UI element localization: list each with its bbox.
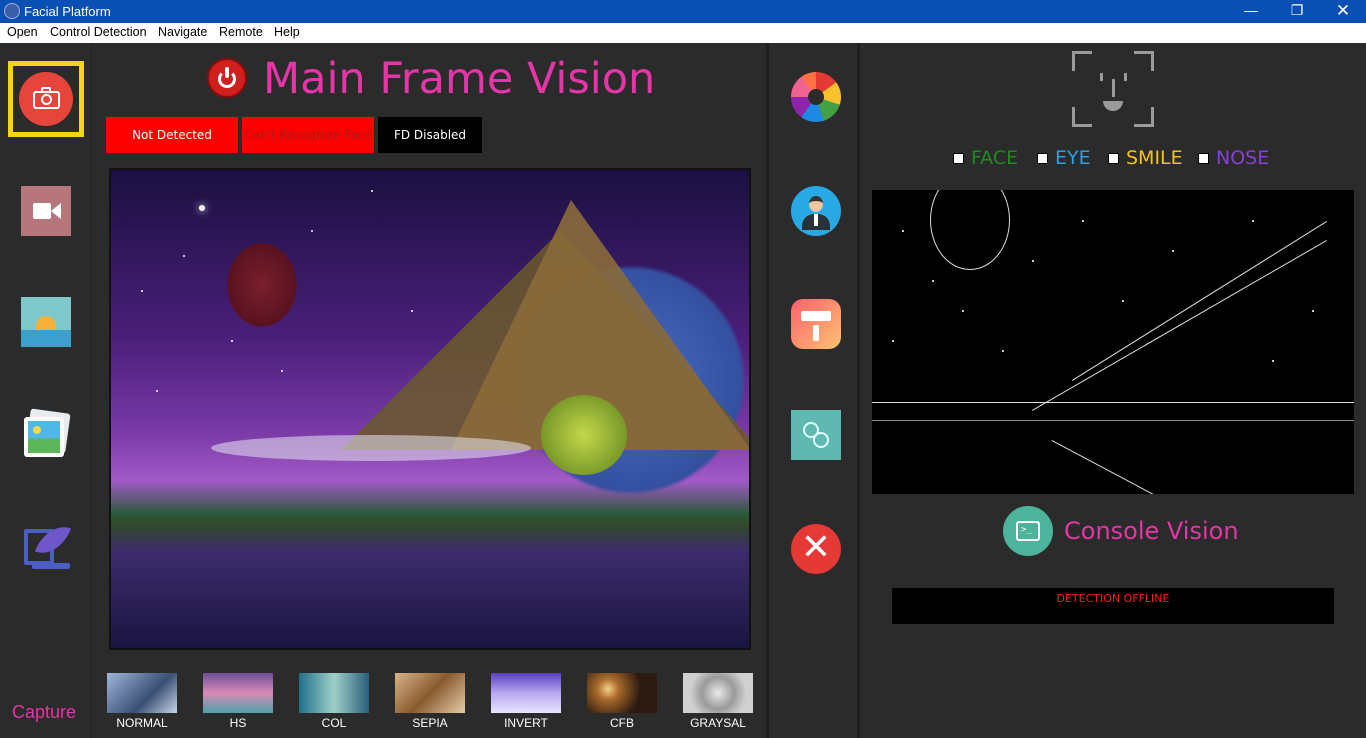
smile-checkbox[interactable]: SMILE xyxy=(1108,147,1183,169)
checkbox-box[interactable] xyxy=(1108,152,1119,164)
menu-remote[interactable]: Remote xyxy=(219,25,263,39)
recognition-status: Can't Recognize Face xyxy=(242,117,374,153)
page-title: Main Frame Vision xyxy=(263,54,656,104)
power-button[interactable] xyxy=(207,58,247,98)
menu-navigate[interactable]: Navigate xyxy=(158,25,207,39)
menu-open[interactable]: Open xyxy=(7,25,38,39)
main-frame-panel: Main Frame Vision Not Detected Can't Rec… xyxy=(93,43,766,738)
quill-icon[interactable] xyxy=(22,519,72,571)
left-toolbar: Capture xyxy=(0,43,92,738)
console-output: DETECTION OFFLINE xyxy=(892,588,1334,624)
gallery-icon[interactable] xyxy=(22,408,71,459)
maximize-button[interactable]: ❐ xyxy=(1274,0,1320,23)
filter-thumb xyxy=(203,673,273,713)
eye-checkbox[interactable]: EYE xyxy=(1037,147,1091,169)
video-icon[interactable] xyxy=(21,186,71,236)
detection-panel: FACE EYE SMILE NOSE >_ Console Vision DE… xyxy=(860,43,1366,738)
camera-icon xyxy=(19,72,73,126)
filter-invert[interactable]: INVERT xyxy=(491,673,561,730)
sunset-icon[interactable] xyxy=(21,297,71,347)
edge-detection-frame xyxy=(872,190,1354,494)
main-video-frame xyxy=(109,168,751,650)
filter-thumb xyxy=(587,673,657,713)
capture-tool-button[interactable] xyxy=(8,61,84,137)
checkbox-box[interactable] xyxy=(1037,152,1048,164)
filter-thumb xyxy=(395,673,465,713)
console-icon: >_ xyxy=(1003,506,1053,556)
filter-hs[interactable]: HS xyxy=(203,673,273,730)
face-scan-icon xyxy=(1072,51,1154,127)
filter-thumb xyxy=(107,673,177,713)
minimize-button[interactable]: — xyxy=(1228,0,1274,23)
face-filter-icon[interactable] xyxy=(791,410,841,460)
filter-graysal[interactable]: GRAYSAL xyxy=(683,673,753,730)
filter-thumb xyxy=(299,673,369,713)
nose-checkbox[interactable]: NOSE xyxy=(1198,147,1269,169)
filter-thumb xyxy=(491,673,561,713)
close-icon[interactable]: ✕ xyxy=(791,524,841,574)
menu-bar: Open Control Detection Navigate Remote H… xyxy=(0,23,1366,43)
mid-toolbar: ✕ xyxy=(766,43,860,738)
close-window-button[interactable]: ✕ xyxy=(1320,0,1366,23)
color-wheel-icon[interactable] xyxy=(791,72,841,122)
capture-label: Capture xyxy=(12,702,77,722)
user-icon[interactable] xyxy=(791,186,841,236)
filter-thumb xyxy=(683,673,753,713)
checkbox-box[interactable] xyxy=(1198,152,1209,164)
app-icon xyxy=(4,3,20,19)
face-checkbox[interactable]: FACE xyxy=(953,147,1018,169)
console-message: DETECTION OFFLINE xyxy=(1056,592,1170,605)
menu-help[interactable]: Help xyxy=(274,25,300,39)
filter-cfb[interactable]: CFB xyxy=(587,673,657,730)
checkbox-box[interactable] xyxy=(953,152,964,164)
detection-status: Not Detected xyxy=(106,117,238,153)
menu-control-detection[interactable]: Control Detection xyxy=(50,25,147,39)
filter-normal[interactable]: NORMAL xyxy=(107,673,177,730)
title-bar: Facial Platform — ❐ ✕ xyxy=(0,0,1366,23)
paint-roller-icon[interactable] xyxy=(791,299,841,349)
window-title: Facial Platform xyxy=(24,4,111,19)
filter-sepia[interactable]: SEPIA xyxy=(395,673,465,730)
fd-status: FD Disabled xyxy=(378,117,482,153)
console-title: Console Vision xyxy=(1064,517,1239,545)
filter-col[interactable]: COL xyxy=(299,673,369,730)
